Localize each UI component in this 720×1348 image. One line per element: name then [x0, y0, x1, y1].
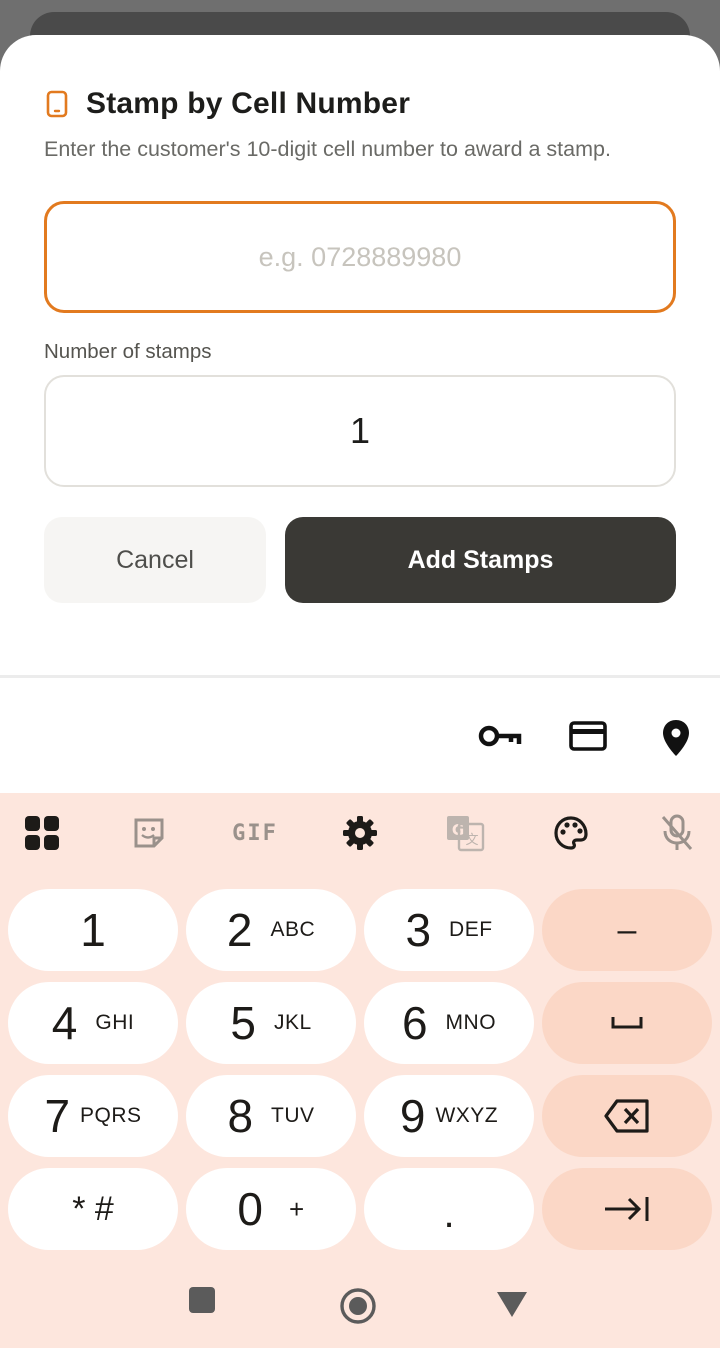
key-letters: + — [288, 1193, 305, 1224]
phone-icon — [46, 90, 68, 118]
autofill-bar — [0, 675, 720, 793]
stamps-count-label: Number of stamps — [44, 340, 212, 363]
key-letters: PQRS — [80, 1104, 142, 1127]
key-digit: 6 — [401, 997, 428, 1049]
key-icon[interactable] — [478, 718, 522, 754]
key-star-hash[interactable]: * # — [8, 1168, 178, 1250]
space-icon — [611, 1017, 643, 1029]
key-digit: 7 — [44, 1090, 71, 1142]
add-stamps-button[interactable]: Add Stamps — [285, 517, 676, 603]
minus-key[interactable]: – — [542, 889, 712, 971]
key-2[interactable]: 2 ABC — [186, 889, 356, 971]
key-digit: 8 — [227, 1090, 254, 1142]
key-1[interactable]: 1 — [8, 889, 178, 971]
home-circle-icon[interactable] — [339, 1287, 377, 1325]
key-7[interactable]: 7 PQRS — [8, 1075, 178, 1157]
translate-icon[interactable]: G 文 — [445, 813, 485, 853]
key-letters: MNO — [445, 1011, 497, 1034]
mic-off-icon[interactable] — [657, 813, 697, 853]
key-6[interactable]: 6 MNO — [364, 982, 534, 1064]
settings-gear-icon[interactable] — [340, 813, 380, 853]
key-5[interactable]: 5 JKL — [186, 982, 356, 1064]
key-4[interactable]: 4 GHI — [8, 982, 178, 1064]
system-nav-bar — [0, 1270, 720, 1348]
key-digit: 0 — [237, 1183, 263, 1235]
key-digit: 3 — [405, 904, 432, 956]
credit-card-icon[interactable] — [568, 718, 608, 754]
key-8[interactable]: 8 TUV — [186, 1075, 356, 1157]
gif-label: GIF — [232, 820, 278, 846]
key-symbols: . — [443, 1191, 455, 1236]
svg-text:文: 文 — [465, 833, 478, 848]
dialog-title: Stamp by Cell Number — [86, 87, 411, 120]
dialog-subtitle: Enter the customer's 10-digit cell numbe… — [44, 137, 611, 161]
sticker-icon[interactable] — [129, 813, 169, 853]
key-3[interactable]: 3 DEF — [364, 889, 534, 971]
stamps-count-input[interactable] — [44, 375, 676, 487]
key-letters: JKL — [273, 1011, 312, 1034]
space-key[interactable] — [542, 982, 712, 1064]
recents-square-icon[interactable] — [188, 1286, 216, 1314]
backspace-key[interactable] — [542, 1075, 712, 1157]
key-symbols: * # — [72, 1189, 114, 1228]
key-period[interactable]: . — [364, 1168, 534, 1250]
location-pin-icon[interactable] — [660, 718, 692, 758]
tab-next-icon — [605, 1197, 649, 1221]
cell-number-input[interactable] — [44, 201, 676, 313]
back-triangle-icon[interactable] — [496, 1290, 528, 1318]
tab-next-key[interactable] — [542, 1168, 712, 1250]
bottom-sheet-dialog: Stamp by Cell Number Enter the customer'… — [0, 35, 720, 675]
gif-icon[interactable]: GIF — [232, 813, 278, 853]
key-digit: 9 — [399, 1090, 426, 1142]
key-digit: 1 — [80, 904, 106, 956]
cancel-button[interactable]: Cancel — [44, 517, 266, 603]
minus-icon: – — [617, 910, 637, 949]
key-digit: 5 — [230, 997, 256, 1049]
key-letters: GHI — [95, 1011, 135, 1034]
apps-grid-icon[interactable] — [22, 813, 62, 853]
key-digit: 4 — [51, 997, 78, 1049]
palette-icon[interactable] — [551, 813, 591, 853]
key-letters: ABC — [270, 918, 316, 941]
key-0[interactable]: 0 + — [186, 1168, 356, 1250]
key-letters: DEF — [449, 918, 493, 941]
key-digit: 2 — [226, 904, 253, 956]
key-letters: TUV — [271, 1104, 315, 1127]
backspace-icon — [604, 1099, 649, 1133]
dialog-header: Stamp by Cell Number — [46, 87, 410, 121]
key-9[interactable]: 9 WXYZ — [364, 1075, 534, 1157]
numeric-keyboard: GIF G 文 1 2 ABC 3 DEF – 4 GHI 5 JKL 6 MN… — [0, 793, 720, 1348]
key-letters: WXYZ — [435, 1104, 499, 1127]
